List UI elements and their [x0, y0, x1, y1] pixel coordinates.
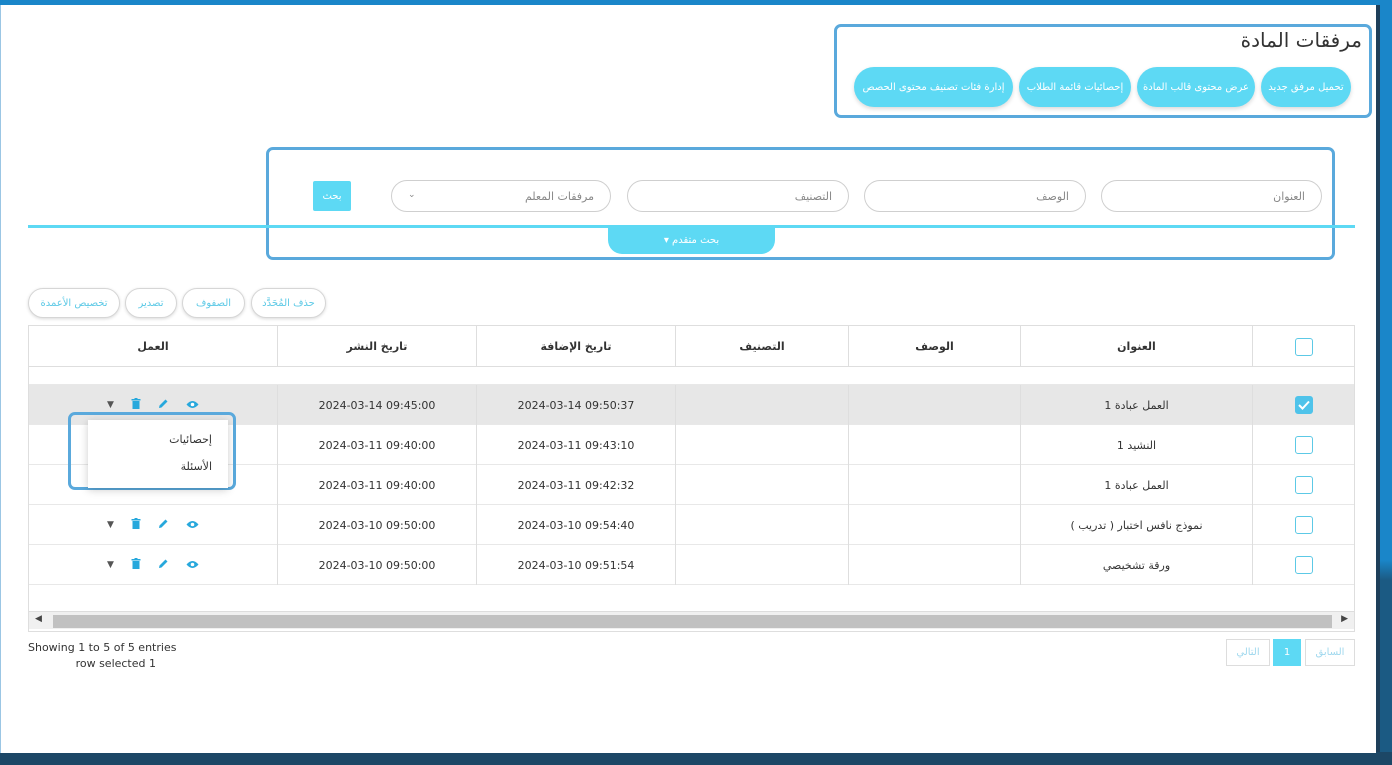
rows-button[interactable]: الصفوف: [182, 288, 245, 318]
row-checkbox[interactable]: [1294, 516, 1313, 534]
row-actions: ▼: [107, 558, 199, 572]
title-cell: العمل عبادة 1: [1021, 465, 1253, 505]
header-spacer: [29, 367, 1354, 385]
title-cell: العمل عبادة 1: [1021, 385, 1253, 425]
dropdown-item-questions[interactable]: الأسئلة: [88, 446, 228, 473]
row-select-cell: [1253, 545, 1354, 585]
added-date-cell: 2024-03-11 09:43:10: [477, 425, 676, 465]
scrollbar-thumb[interactable]: [53, 615, 1332, 628]
publish-date-cell: 2024-03-11 09:40:00: [278, 425, 477, 465]
title-cell: ورقة تشخيصي: [1021, 545, 1253, 585]
description-placeholder: الوصف: [1036, 189, 1069, 203]
trash-icon[interactable]: [131, 558, 141, 572]
pencil-icon[interactable]: [158, 518, 169, 532]
customize-columns-button[interactable]: تخصيص الأعمدة: [28, 288, 120, 318]
search-button[interactable]: بحث: [313, 181, 351, 211]
scroll-left-icon[interactable]: ◀: [35, 614, 42, 624]
attachments-select-value: مرفقات المعلم: [524, 189, 594, 203]
table-row[interactable]: ▼ 2024-03-10 09:50:00 2024-03-10 09:51:54 و…: [29, 545, 1354, 585]
export-button[interactable]: تصدير: [125, 288, 177, 318]
caret-down-icon[interactable]: ▼: [107, 560, 114, 570]
category-search-input[interactable]: التصنيف: [627, 180, 849, 212]
row-select-cell: [1253, 425, 1354, 465]
table-row[interactable]: ▼ 2024-03-10 09:50:00 2024-03-10 09:54:40 ن…: [29, 505, 1354, 545]
pagination-next[interactable]: التالي: [1226, 639, 1270, 666]
publish-date-cell: 2024-03-10 09:50:00: [278, 505, 477, 545]
description-cell: [849, 465, 1021, 505]
description-search-input[interactable]: الوصف: [864, 180, 1086, 212]
description-cell: [849, 545, 1021, 585]
pagination-page-1[interactable]: 1: [1273, 639, 1301, 666]
header-added-date: تاريخ الإضافة: [477, 326, 676, 367]
trash-icon[interactable]: [131, 518, 141, 532]
eye-icon[interactable]: [186, 518, 199, 532]
publish-date-cell: 2024-03-10 09:50:00: [278, 545, 477, 585]
row-actions: ▼: [107, 518, 199, 532]
category-placeholder: التصنيف: [794, 189, 832, 203]
page-title: مرفقات المادة: [1240, 28, 1362, 52]
title-search-input[interactable]: العنوان: [1101, 180, 1322, 212]
manage-categories-button[interactable]: إدارة فئات تصنيف محتوى الحصص: [854, 67, 1013, 107]
view-template-content-button[interactable]: عرض محتوى قالب المادة: [1137, 67, 1255, 107]
row-select-cell: [1253, 385, 1354, 425]
header-category: التصنيف: [676, 326, 849, 367]
entries-info: Showing 1 to 5 of 5 entries: [28, 641, 177, 654]
header-action: العمل: [29, 326, 278, 367]
description-cell: [849, 505, 1021, 545]
select-all-checkbox[interactable]: [1294, 337, 1313, 356]
header-description: الوصف: [849, 326, 1021, 367]
added-date-cell: 2024-03-10 09:51:54: [477, 545, 676, 585]
description-cell: [849, 425, 1021, 465]
row-actions-dropdown: إحصائيات الأسئلة: [88, 420, 228, 488]
title-placeholder: العنوان: [1273, 189, 1305, 203]
row-checkbox[interactable]: [1294, 476, 1313, 494]
category-cell: [676, 545, 849, 585]
advanced-search-toggle[interactable]: بحث متقدم ▾: [608, 226, 775, 254]
category-cell: [676, 385, 849, 425]
added-date-cell: 2024-03-14 09:50:37: [477, 385, 676, 425]
horizontal-scrollbar[interactable]: ◀ ▶: [29, 611, 1354, 629]
row-checkbox[interactable]: [1294, 556, 1313, 574]
description-cell: [849, 385, 1021, 425]
caret-down-icon[interactable]: ▼: [107, 520, 114, 530]
eye-icon[interactable]: [186, 558, 199, 572]
category-cell: [676, 425, 849, 465]
pencil-icon[interactable]: [158, 398, 169, 412]
added-date-cell: 2024-03-10 09:54:40: [477, 505, 676, 545]
category-cell: [676, 505, 849, 545]
header-publish-date: تاريخ النشر: [278, 326, 477, 367]
window-right-border: [1380, 0, 1392, 765]
chevron-down-icon: ⌄: [408, 190, 416, 200]
dropdown-item-statistics[interactable]: إحصائيات: [88, 420, 228, 446]
table-header: العمل تاريخ النشر تاريخ الإضافة التصنيف …: [29, 326, 1354, 367]
row-checkbox[interactable]: [1294, 436, 1313, 454]
caret-down-icon[interactable]: ▼: [107, 400, 114, 410]
upload-attachment-button[interactable]: تحميل مرفق جديد: [1261, 67, 1351, 107]
eye-icon[interactable]: [186, 398, 199, 412]
window-bottom-border: [0, 752, 1392, 765]
publish-date-cell: 2024-03-14 09:45:00: [278, 385, 477, 425]
trash-icon[interactable]: [131, 398, 141, 412]
title-cell: نموذج نافس اختبار ( تدريب ): [1021, 505, 1253, 545]
scroll-right-icon[interactable]: ▶: [1341, 614, 1348, 624]
row-actions: ▼: [107, 398, 199, 412]
delete-selected-button[interactable]: حذف المُحَدَّد: [251, 288, 326, 318]
pagination-prev[interactable]: السابق: [1305, 639, 1355, 666]
row-actions-cell: ▼: [29, 505, 278, 545]
row-select-cell: [1253, 505, 1354, 545]
title-cell: النشيد 1: [1021, 425, 1253, 465]
header-title: العنوان: [1021, 326, 1253, 367]
row-actions-cell: ▼: [29, 545, 278, 585]
row-checkbox[interactable]: [1294, 396, 1313, 414]
added-date-cell: 2024-03-11 09:42:32: [477, 465, 676, 505]
students-stats-button[interactable]: إحصائيات قائمة الطلاب: [1019, 67, 1131, 107]
attachments-select[interactable]: ⌄ مرفقات المعلم: [391, 180, 611, 212]
publish-date-cell: 2024-03-11 09:40:00: [278, 465, 477, 505]
category-cell: [676, 465, 849, 505]
selected-info: row selected 1: [75, 657, 156, 670]
header-select-all[interactable]: [1253, 326, 1354, 367]
pencil-icon[interactable]: [158, 558, 169, 572]
row-select-cell: [1253, 465, 1354, 505]
